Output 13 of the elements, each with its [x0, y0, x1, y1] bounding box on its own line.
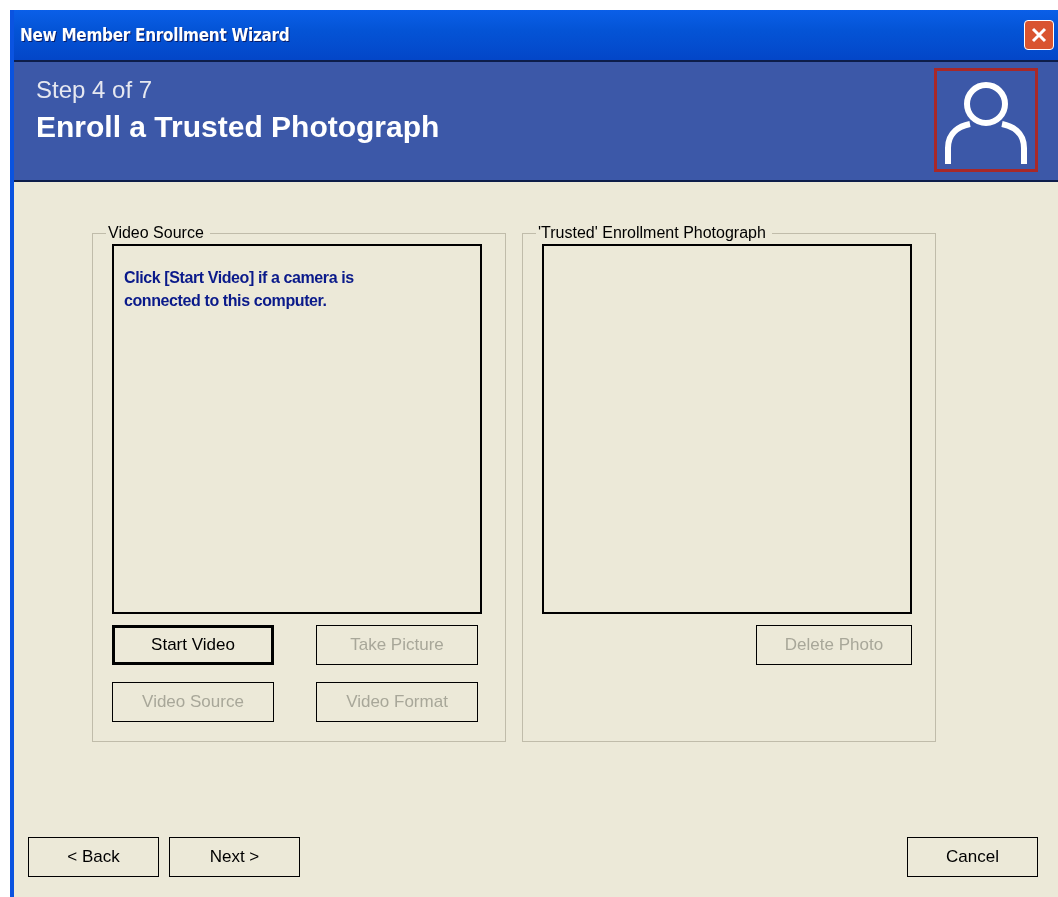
group-label: 'Trusted' Enrollment Photograph	[537, 224, 767, 242]
camera-instruction: Click [Start Video] if a camera is connected to this computer.	[124, 268, 355, 311]
group-label: Video Source	[107, 224, 205, 242]
wizard-button[interactable]: < Back	[28, 837, 159, 877]
close-icon	[1030, 26, 1048, 44]
step-indicator: Step 4 of 7	[36, 76, 154, 104]
window-title: New Member Enrollment Wizard	[20, 25, 290, 45]
wizard-button[interactable]: Cancel	[907, 837, 1038, 877]
person-icon	[934, 68, 1038, 172]
close-button[interactable]	[1024, 20, 1054, 50]
wizard-button[interactable]: Next >	[169, 837, 300, 877]
step-title: Enroll a Trusted Photograph	[36, 110, 440, 144]
wizard-button[interactable]: Start Video	[112, 625, 274, 665]
